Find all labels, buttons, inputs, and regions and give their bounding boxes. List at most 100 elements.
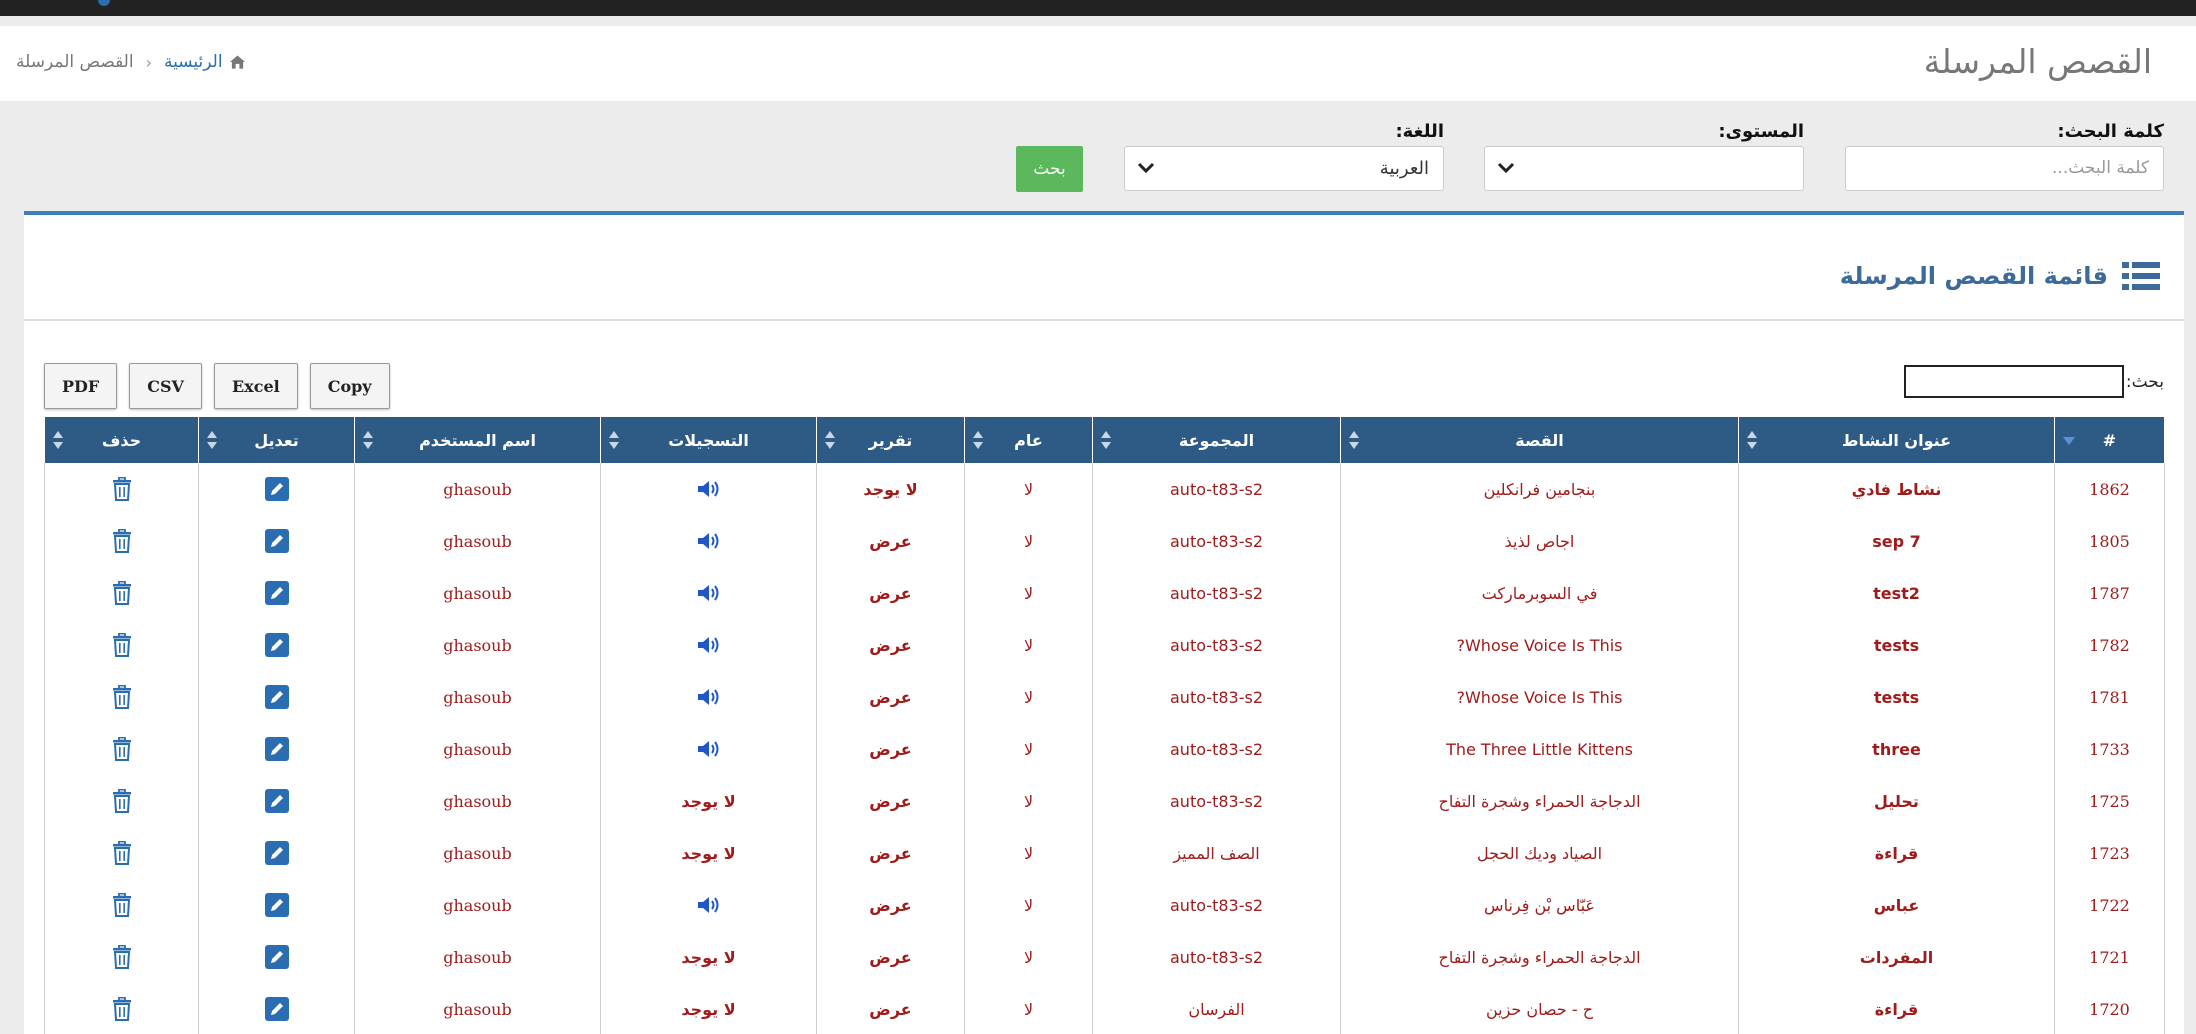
cell-activity-link[interactable]: test2: [1738, 567, 2055, 619]
cell-activity-link[interactable]: قراءة: [1738, 983, 2055, 1034]
language-select[interactable]: العربية: [1124, 146, 1444, 191]
cell-edit: [198, 619, 355, 671]
level-select[interactable]: [1484, 146, 1804, 191]
column-header-label: القصة: [1515, 430, 1564, 450]
cell-group: الفرسان: [1092, 983, 1341, 1034]
table-header-row: # عنوان النشاط القصة المجموعة عام تقرير التسجي…: [44, 417, 2165, 463]
cell-delete: [44, 879, 199, 931]
cell-activity-link[interactable]: عباس: [1738, 879, 2055, 931]
pencil-icon[interactable]: [264, 581, 289, 605]
column-header-label: المجموعة: [1178, 430, 1255, 450]
speaker-icon[interactable]: [696, 634, 722, 656]
column-header-activity[interactable]: عنوان النشاط: [1738, 417, 2055, 463]
trash-icon[interactable]: [112, 789, 132, 813]
cell-public: لا: [964, 515, 1093, 567]
trash-icon[interactable]: [112, 893, 132, 917]
pencil-icon[interactable]: [264, 685, 289, 709]
pencil-icon[interactable]: [264, 737, 289, 761]
cell-recordings: [600, 879, 817, 931]
speaker-icon[interactable]: [696, 582, 722, 604]
cell-activity-link[interactable]: sep 7: [1738, 515, 2055, 567]
trash-icon[interactable]: [112, 841, 132, 865]
cell-report[interactable]: عرض: [816, 775, 965, 827]
level-label: المستوى:: [1718, 121, 1804, 142]
cell-report[interactable]: عرض: [816, 723, 965, 775]
trash-icon[interactable]: [112, 477, 132, 501]
table-row: 1733 three The Three Little Kittens auto-t8…: [44, 723, 2165, 775]
column-header-report[interactable]: تقرير: [816, 417, 965, 463]
trash-icon[interactable]: [112, 997, 132, 1021]
column-header-edit[interactable]: تعديل: [198, 417, 355, 463]
cell-story: Whose Voice Is This?: [1340, 619, 1739, 671]
cell-activity-link[interactable]: تحليل: [1738, 775, 2055, 827]
cell-report[interactable]: عرض: [816, 983, 965, 1034]
pencil-icon[interactable]: [264, 529, 289, 553]
column-header-id[interactable]: #: [2054, 417, 2165, 463]
keyword-input[interactable]: كلمة البحث...: [1845, 146, 2164, 191]
pencil-icon[interactable]: [264, 997, 289, 1021]
cell-activity-link[interactable]: نشاط فادي: [1738, 463, 2055, 515]
cell-group: auto-t83-s2: [1092, 671, 1341, 723]
pencil-icon[interactable]: [264, 789, 289, 813]
cell-group: auto-t83-s2: [1092, 931, 1341, 983]
speaker-icon[interactable]: [696, 478, 722, 500]
speaker-icon[interactable]: [696, 686, 722, 708]
speaker-icon[interactable]: [696, 530, 722, 552]
cell-activity-link[interactable]: tests: [1738, 671, 2055, 723]
cell-activity-link[interactable]: three: [1738, 723, 2055, 775]
cell-delete: [44, 463, 199, 515]
pencil-icon[interactable]: [264, 477, 289, 501]
cell-report[interactable]: عرض: [816, 515, 965, 567]
keyword-label: كلمة البحث:: [2057, 121, 2164, 142]
export-excel-button[interactable]: Excel: [213, 363, 298, 409]
speaker-icon[interactable]: [696, 894, 722, 916]
export-csv-button[interactable]: CSV: [129, 363, 202, 409]
speaker-icon[interactable]: [696, 738, 722, 760]
breadcrumb: القصص المرسلة › الرئيسية: [16, 52, 245, 72]
cell-recordings: [600, 515, 817, 567]
column-header-story[interactable]: القصة: [1340, 417, 1739, 463]
cell-activity-link[interactable]: tests: [1738, 619, 2055, 671]
pencil-icon[interactable]: [264, 893, 289, 917]
stories-table: # عنوان النشاط القصة المجموعة عام تقرير التسجي…: [44, 417, 2165, 1034]
cell-report[interactable]: عرض: [816, 879, 965, 931]
cell-username: ghasoub: [354, 723, 601, 775]
pencil-icon[interactable]: [264, 945, 289, 969]
trash-icon[interactable]: [112, 581, 132, 605]
search-button[interactable]: بحث: [1016, 146, 1083, 192]
cell-report[interactable]: عرض: [816, 827, 965, 879]
cell-activity-link[interactable]: قراءة: [1738, 827, 2055, 879]
trash-icon[interactable]: [112, 945, 132, 969]
cell-report[interactable]: عرض: [816, 567, 965, 619]
column-header-group[interactable]: المجموعة: [1092, 417, 1341, 463]
cell-story: ح - حصان حزين: [1340, 983, 1739, 1034]
breadcrumb-home-link[interactable]: الرئيسية: [164, 52, 245, 72]
trash-icon[interactable]: [112, 685, 132, 709]
export-pdf-button[interactable]: PDF: [44, 363, 118, 409]
pencil-icon[interactable]: [264, 841, 289, 865]
cell-story: في السوبرماركت: [1340, 567, 1739, 619]
cell-activity-link[interactable]: المفردات: [1738, 931, 2055, 983]
cell-story: الصياد وديك الحجل: [1340, 827, 1739, 879]
trash-icon[interactable]: [112, 633, 132, 657]
copy-button[interactable]: Copy: [309, 363, 390, 409]
cell-recordings: لا يوجد: [600, 983, 817, 1034]
cell-report[interactable]: عرض: [816, 619, 965, 671]
cell-delete: [44, 723, 199, 775]
cell-id: 1787: [2054, 567, 2165, 619]
cell-report[interactable]: عرض: [816, 671, 965, 723]
column-header-public[interactable]: عام: [964, 417, 1093, 463]
cell-username: ghasoub: [354, 827, 601, 879]
column-header-recordings[interactable]: التسجيلات: [600, 417, 817, 463]
trash-icon[interactable]: [112, 529, 132, 553]
cell-delete: [44, 671, 199, 723]
cell-id: 1862: [2054, 463, 2165, 515]
trash-icon[interactable]: [112, 737, 132, 761]
cell-group: auto-t83-s2: [1092, 463, 1341, 515]
table-row: 1725 تحليل الدجاجة الحمراء وشجرة التفاح aut…: [44, 775, 2165, 827]
column-header-user[interactable]: اسم المستخدم: [354, 417, 601, 463]
column-header-delete[interactable]: حذف: [44, 417, 199, 463]
cell-report[interactable]: عرض: [816, 931, 965, 983]
pencil-icon[interactable]: [264, 633, 289, 657]
table-search-input[interactable]: [1903, 365, 2124, 398]
